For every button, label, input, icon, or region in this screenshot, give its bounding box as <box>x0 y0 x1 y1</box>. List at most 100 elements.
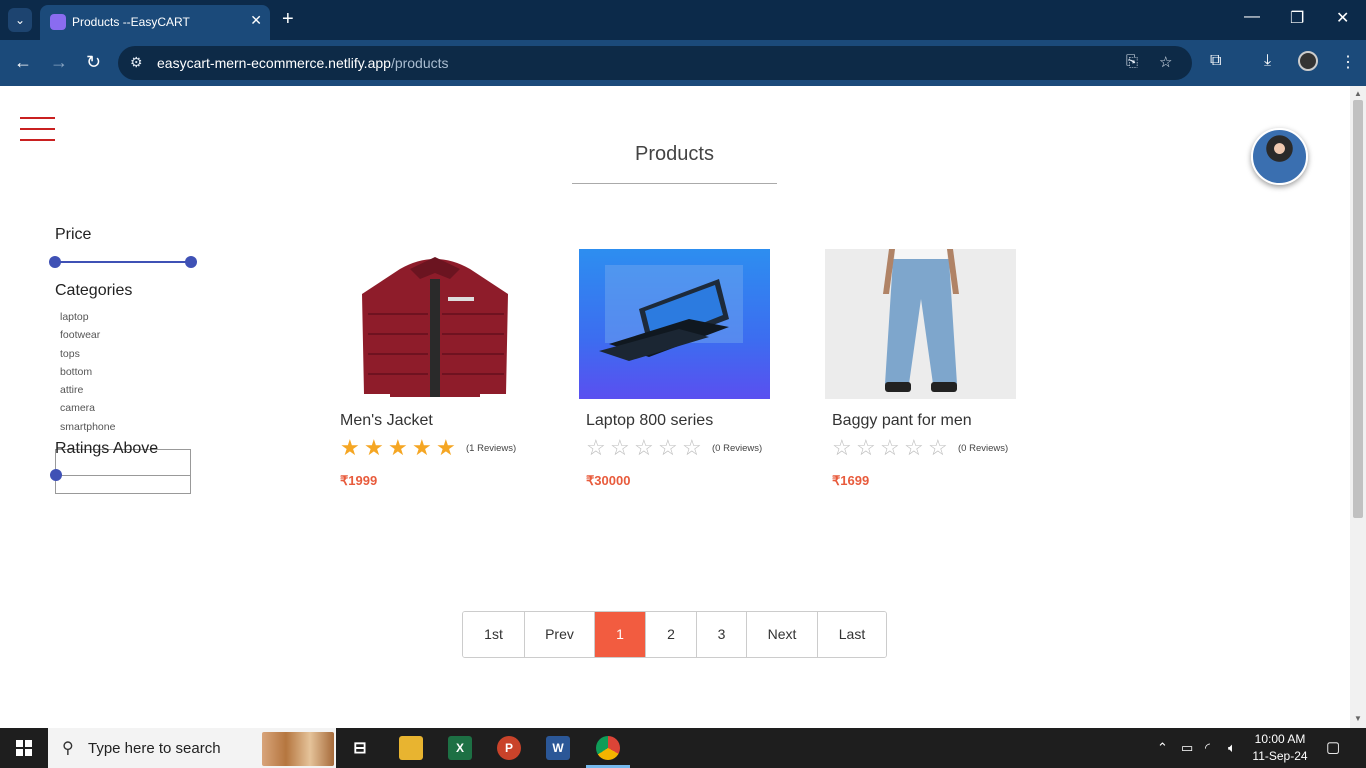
page-title: Products <box>572 143 777 184</box>
back-button[interactable]: ← <box>14 52 32 72</box>
tab-title: Products --EasyCART <box>72 15 190 29</box>
taskbar-search-box[interactable]: ⚲ Type here to search <box>48 728 336 768</box>
reload-button[interactable]: ↻ <box>86 52 101 72</box>
star-empty-icon: ☆ <box>904 435 924 460</box>
product-name[interactable]: Baggy pant for men <box>832 412 972 430</box>
pagination-next-button[interactable]: Next <box>747 612 818 657</box>
site-favicon-icon <box>50 14 66 30</box>
taskbar-clock[interactable]: 10:00 AM 11-Sep-24 <box>1248 731 1312 765</box>
downloads-icon[interactable]: ⤓ <box>1264 52 1271 70</box>
tab-search-button[interactable]: ⌄ <box>8 8 32 32</box>
star-empty-icon: ☆ <box>610 435 630 460</box>
search-highlight-image <box>262 732 334 766</box>
battery-icon[interactable]: ▭ <box>1181 740 1193 756</box>
profile-avatar-icon[interactable] <box>1298 51 1318 71</box>
page-scrollbar[interactable]: ▲ ▼ <box>1350 86 1366 728</box>
new-tab-button[interactable]: + <box>282 8 294 30</box>
hamburger-menu-icon[interactable] <box>20 117 55 143</box>
close-tab-icon[interactable]: ✕ <box>250 12 262 29</box>
pagination-page-1[interactable]: 1 <box>595 612 646 657</box>
wifi-icon[interactable]: ◜ <box>1205 740 1210 756</box>
windows-taskbar: ⚲ Type here to search ⊟ X P W ⌃ ▭ ◜ 🔈︎ 1… <box>0 728 1366 768</box>
product-price: ₹30000 <box>586 473 631 488</box>
page-content: Products Price Categories laptop footwea… <box>0 86 1350 728</box>
extensions-icon[interactable]: ⧉ <box>1210 52 1221 70</box>
product-name[interactable]: Laptop 800 series <box>586 412 713 430</box>
close-window-button[interactable]: ✕ <box>1336 8 1349 28</box>
category-item[interactable]: laptop <box>60 308 115 326</box>
show-hidden-icons-icon[interactable]: ⌃ <box>1157 740 1168 756</box>
star-empty-icon: ☆ <box>928 435 948 460</box>
scroll-thumb[interactable] <box>1353 100 1363 518</box>
forward-button[interactable]: → <box>50 52 68 72</box>
star-empty-icon: ☆ <box>658 435 678 460</box>
ratings-slider-track[interactable] <box>56 475 190 476</box>
search-icon: ⚲ <box>62 740 74 757</box>
ratings-slider-thumb[interactable] <box>50 469 62 481</box>
category-item[interactable]: smartphone <box>60 418 115 436</box>
search-placeholder: Type here to search <box>88 740 221 757</box>
pants-image[interactable] <box>825 249 1016 399</box>
site-info-icon[interactable]: ⚙ <box>130 54 143 71</box>
star-filled-icon: ★ <box>340 435 360 460</box>
pagination-page-2[interactable]: 2 <box>646 612 697 657</box>
browser-menu-icon[interactable]: ⋮ <box>1340 52 1356 72</box>
star-filled-icon: ★ <box>364 435 384 460</box>
star-empty-icon: ☆ <box>586 435 606 460</box>
star-filled-icon: ★ <box>436 435 456 460</box>
price-label: Price <box>55 226 92 243</box>
product-price: ₹1999 <box>340 473 378 488</box>
product-name[interactable]: Men's Jacket <box>340 412 433 430</box>
category-item[interactable]: camera <box>60 399 115 417</box>
product-rating: ★ ★ ★ ★ ★ (1 Reviews) <box>340 437 516 459</box>
word-icon[interactable]: W <box>546 736 570 760</box>
filter-panel: Price Categories laptop footwear tops bo… <box>49 226 255 494</box>
pagination: 1st Prev 1 2 3 Next Last <box>462 611 887 658</box>
scroll-down-icon[interactable]: ▼ <box>1354 714 1362 723</box>
star-empty-icon: ☆ <box>634 435 654 460</box>
restore-window-button[interactable]: ❐ <box>1290 8 1304 28</box>
volume-icon[interactable]: 🔈︎ <box>1228 740 1236 756</box>
price-range-slider[interactable] <box>49 256 197 268</box>
category-item[interactable]: footwear <box>60 326 115 344</box>
review-count: (0 Reviews) <box>958 442 1009 454</box>
review-count: (1 Reviews) <box>466 442 517 454</box>
install-app-icon[interactable]: ⎘ <box>1126 53 1138 70</box>
product-price: ₹1699 <box>832 473 870 488</box>
notifications-icon[interactable]: ▢ <box>1326 738 1340 756</box>
star-empty-icon: ☆ <box>832 435 852 460</box>
pagination-first-button[interactable]: 1st <box>463 612 525 657</box>
price-min-thumb[interactable] <box>49 256 61 268</box>
powerpoint-icon[interactable]: P <box>497 736 521 760</box>
scroll-up-icon[interactable]: ▲ <box>1354 89 1362 98</box>
pagination-prev-button[interactable]: Prev <box>525 612 595 657</box>
browser-tab[interactable]: Products --EasyCART ✕ <box>40 5 270 40</box>
category-list: laptop footwear tops bottom attire camer… <box>60 308 115 436</box>
category-item[interactable]: attire <box>60 381 115 399</box>
star-empty-icon: ☆ <box>682 435 702 460</box>
browser-tab-bar: ⌄ Products --EasyCART ✕ + — ❐ ✕ <box>0 0 1366 40</box>
categories-label: Categories <box>55 282 133 299</box>
minimize-window-button[interactable]: — <box>1244 8 1260 26</box>
bookmark-star-icon[interactable]: ☆ <box>1159 53 1172 71</box>
clock-time: 10:00 AM <box>1254 732 1306 746</box>
jacket-image[interactable] <box>340 249 531 399</box>
chrome-icon[interactable] <box>596 736 620 760</box>
pagination-page-3[interactable]: 3 <box>697 612 747 657</box>
star-filled-icon: ★ <box>388 435 408 460</box>
product-rating: ☆ ☆ ☆ ☆ ☆ (0 Reviews) <box>832 437 1008 459</box>
task-view-icon[interactable]: ⊟ <box>348 736 372 760</box>
address-bar[interactable]: ⚙ easycart-mern-ecommerce.netlify.app/pr… <box>118 46 1192 80</box>
user-avatar[interactable] <box>1251 128 1308 185</box>
category-item[interactable]: tops <box>60 345 115 363</box>
file-explorer-icon[interactable] <box>399 736 423 760</box>
price-slider-track <box>55 261 191 263</box>
pagination-last-button[interactable]: Last <box>818 612 886 657</box>
category-item[interactable]: bottom <box>60 363 115 381</box>
laptop-image[interactable] <box>579 249 770 399</box>
price-max-thumb[interactable] <box>185 256 197 268</box>
excel-icon[interactable]: X <box>448 736 472 760</box>
windows-start-icon[interactable] <box>16 740 32 756</box>
url-text[interactable]: easycart-mern-ecommerce.netlify.app/prod… <box>157 55 449 71</box>
star-empty-icon: ☆ <box>856 435 876 460</box>
